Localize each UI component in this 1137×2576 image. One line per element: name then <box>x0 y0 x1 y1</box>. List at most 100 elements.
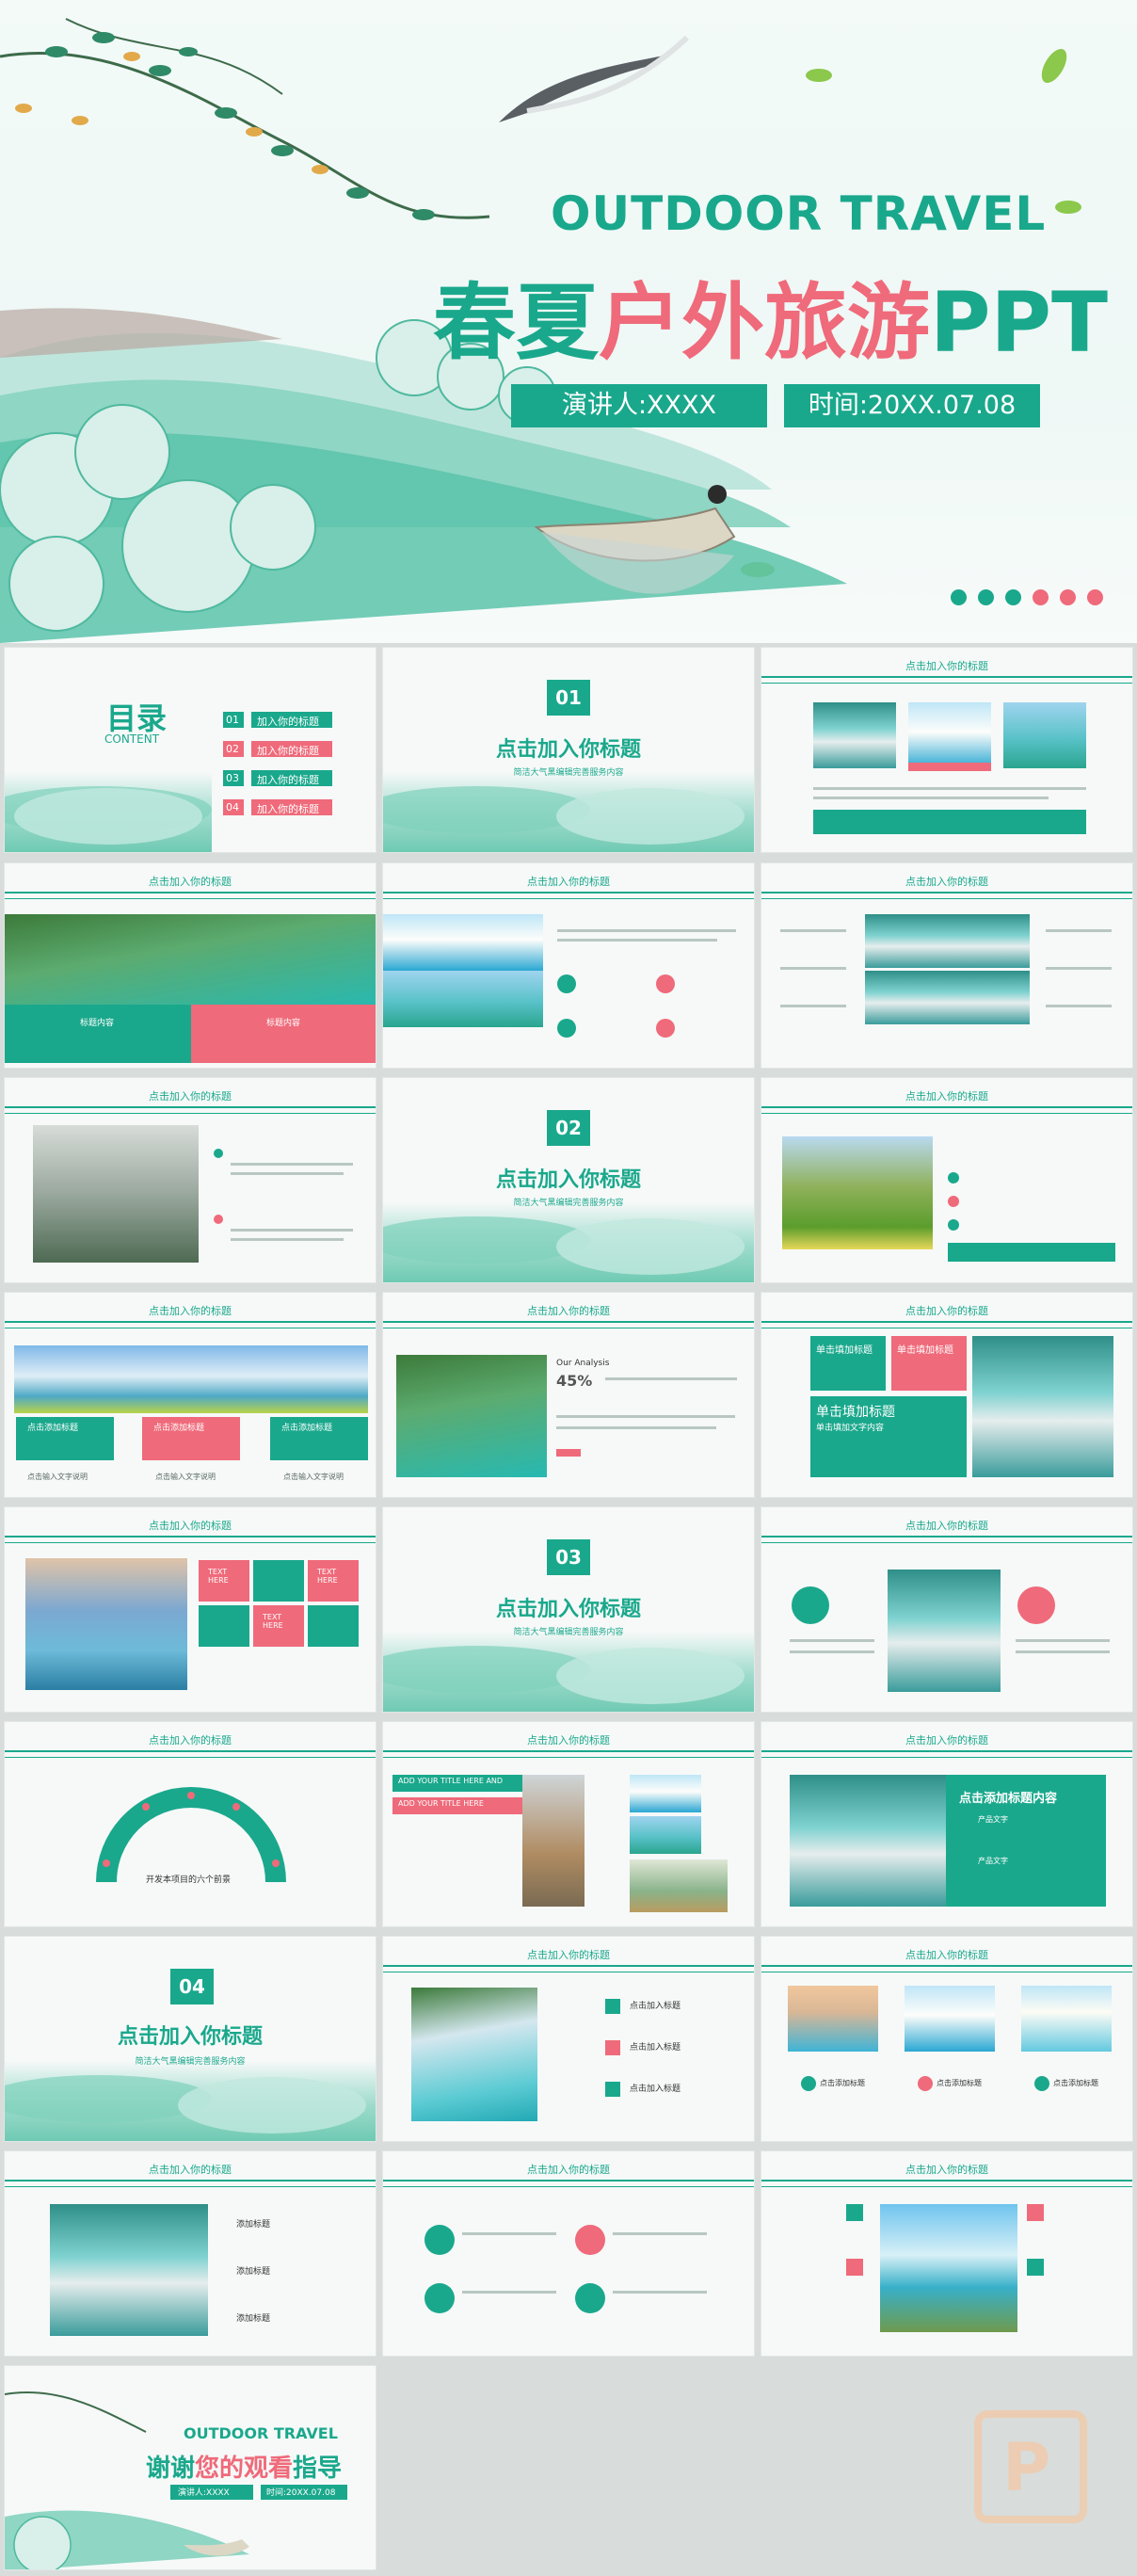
text-line <box>557 939 717 942</box>
speaker-label: 演讲人:XXXX <box>170 2485 253 2500</box>
cover-slide[interactable]: OUTDOOR TRAVEL 春夏户外旅游PPT 演讲人:XXXX 时间:20X… <box>0 0 1137 643</box>
content-slide[interactable]: 点击加入你的标题 <box>4 1077 376 1283</box>
content-box: 标题内容 <box>5 1005 191 1063</box>
check-icon <box>948 1219 959 1231</box>
photo <box>972 1336 1113 1477</box>
cover-title-en: OUTDOOR TRAVEL <box>551 186 1047 241</box>
photo <box>5 914 376 1008</box>
text-line <box>231 1229 353 1232</box>
photo <box>522 1775 585 1907</box>
toc-item-3[interactable]: 加入你的标题 <box>251 770 332 786</box>
arc-diagram <box>96 1787 286 1883</box>
slide-header: 点击加入你的标题 <box>5 1517 376 1543</box>
photo <box>813 702 896 768</box>
list-icon <box>605 2082 620 2097</box>
photo <box>25 1558 187 1690</box>
content-slide[interactable]: 点击加入你的标题 点击加入标题 点击加入标题 点击加入标题 <box>382 1936 755 2142</box>
content-slide[interactable]: 点击加入你的标题 <box>761 862 1133 1069</box>
time-label: 时间:20XX.07.08 <box>784 384 1040 427</box>
content-slide[interactable]: 点击加入你的标题 <box>382 862 755 1069</box>
content-slide[interactable]: 点击加入你的标题 <box>761 2150 1133 2357</box>
content-slide[interactable]: 点击加入你的标题 添加标题 添加标题 添加标题 <box>4 2150 376 2357</box>
slide-header: 点击加入你的标题 <box>761 657 1132 684</box>
content-slide[interactable]: 点击加入你的标题 标题内容 标题内容 <box>4 862 376 1069</box>
section-title: 点击加入你标题 <box>117 2025 263 2049</box>
photo <box>1003 702 1086 768</box>
slide-header: 点击加入你的标题 <box>761 2161 1132 2187</box>
slide-header: 点击加入你的标题 <box>761 1087 1132 1114</box>
content-slide[interactable]: 点击加入你的标题 <box>761 647 1133 853</box>
percent-value: 45% <box>556 1372 593 1390</box>
text-line <box>556 1415 735 1418</box>
tile-icon <box>1027 2259 1044 2276</box>
tile-icon <box>1027 2204 1044 2221</box>
content-slide[interactable]: 点击加入你的标题 点击添加标题 点击添加标题 点击添加标题 点击输入文字说明 点… <box>4 1292 376 1498</box>
landscape <box>383 772 754 852</box>
feature-icon <box>656 1019 675 1038</box>
photo <box>888 1570 1001 1692</box>
label-circle <box>1017 1586 1055 1624</box>
content-slide[interactable]: 点击加入你的标题 开发本项目的六个前景 <box>4 1721 376 1927</box>
toc-subtitle: CONTENT <box>104 733 160 746</box>
content-box: 单击填加标题 单击填加文字内容 <box>810 1396 967 1477</box>
slide-header: 点击加入你的标题 <box>383 2161 754 2187</box>
feature-icon <box>918 2076 933 2091</box>
content-slide[interactable]: 点击加入你的标题 <box>761 1506 1133 1713</box>
toc-num-box: 02 <box>223 741 244 757</box>
analysis-title: Our Analysis <box>556 1359 610 1368</box>
list-title: 点击加入标题 <box>630 2085 681 2094</box>
text-line <box>1016 1650 1110 1653</box>
tile-icon <box>199 1605 249 1647</box>
ending-slide[interactable]: OUTDOOR TRAVEL 谢谢您的观看指导 演讲人:XXXX 时间:20XX… <box>4 2365 376 2570</box>
photo <box>383 914 543 971</box>
toc-num-box: 03 <box>223 770 244 786</box>
content-slide[interactable]: 点击加入你的标题 <box>382 2150 755 2357</box>
section-04-slide[interactable]: 04 点击加入你标题 简洁大气黑编辑完善服务内容 <box>4 1936 376 2142</box>
slide-header: 点击加入你的标题 <box>5 1087 376 1114</box>
cover-dots <box>951 589 1103 605</box>
tile-icon <box>308 1605 359 1647</box>
text-line <box>231 1238 344 1241</box>
caption: 点击输入文字说明 <box>27 1473 88 1481</box>
content-slide[interactable]: 点击加入你的标题 Our Analysis 45% <box>382 1292 755 1498</box>
content-slide[interactable]: 点击加入你的标题 <box>761 1077 1133 1283</box>
text-line <box>462 2291 556 2294</box>
text-line <box>556 1426 716 1429</box>
speaker-label: 演讲人:XXXX <box>511 384 767 427</box>
cover-title-cn-a: 春夏 <box>433 274 600 371</box>
text-line <box>780 967 846 970</box>
feature-title: 点击添加标题 <box>820 2079 865 2087</box>
dot <box>1060 589 1076 605</box>
content-slide[interactable]: 点击加入你的标题 TEXT HERE TEXT HERE TEXT HERE <box>4 1506 376 1713</box>
content-box: 单击填加标题 <box>810 1336 886 1391</box>
content-box: 点击添加标题 <box>16 1417 114 1460</box>
slide-header: 点击加入你的标题 <box>383 873 754 899</box>
feature-icon <box>557 974 576 993</box>
toc-slide[interactable]: 目录 CONTENT 01 加入你的标题 02 加入你的标题 03 加入你的标题… <box>4 647 376 853</box>
section-01-slide[interactable]: 01 点击加入你标题 简洁大气黑编辑完善服务内容 <box>382 647 755 853</box>
ending-title-cn: 谢谢您的观看指导 <box>146 2455 343 2483</box>
content-slide[interactable]: 点击加入你的标题 点击添加标题 点击添加标题 点击添加标题 <box>761 1936 1133 2142</box>
photo <box>630 1816 701 1854</box>
share-icon <box>575 2283 605 2313</box>
landscape <box>5 2061 376 2141</box>
bullet-icon <box>214 1215 223 1224</box>
photo <box>880 2204 1017 2332</box>
content-slide[interactable]: 点击加入你的标题 ADD YOUR TITLE HERE AND ADD YOU… <box>382 1721 755 1927</box>
dot <box>1087 589 1103 605</box>
toc-item-1[interactable]: 加入你的标题 <box>251 712 332 728</box>
section-number: 01 <box>547 680 590 716</box>
content-slide[interactable]: 点击加入你的标题 点击添加标题内容 产品文字 产品文字 <box>761 1721 1133 1927</box>
check-icon <box>948 1172 959 1183</box>
text-line <box>231 1172 344 1175</box>
slide-header: 点击加入你的标题 <box>5 1302 376 1328</box>
stripe-icon <box>556 1449 581 1457</box>
section-02-slide[interactable]: 02 点击加入你标题 简洁大气黑编辑完善服务内容 <box>382 1077 755 1283</box>
dot <box>1005 589 1021 605</box>
content-box: 点击添加标题 <box>270 1417 368 1460</box>
text-line <box>780 1005 846 1007</box>
toc-item-2[interactable]: 加入你的标题 <box>251 741 332 757</box>
toc-item-4[interactable]: 加入你的标题 <box>251 799 332 815</box>
section-03-slide[interactable]: 03 点击加入你标题 简洁大气黑编辑完善服务内容 <box>382 1506 755 1713</box>
content-slide[interactable]: 点击加入你的标题 单击填加标题 单击填加标题 单击填加标题 单击填加文字内容 <box>761 1292 1133 1498</box>
